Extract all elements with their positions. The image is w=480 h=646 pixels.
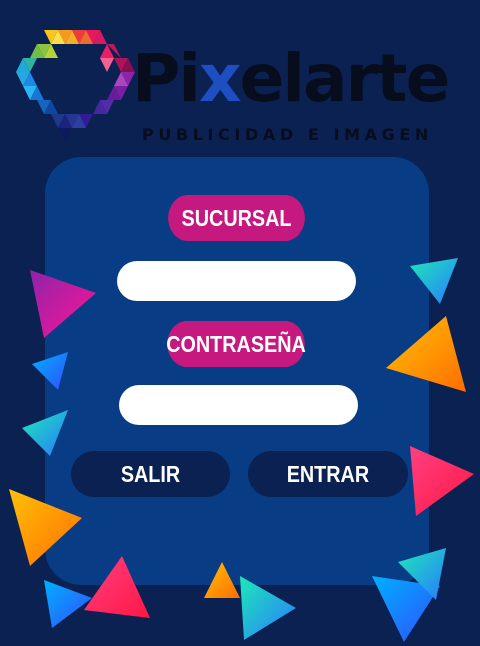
triangle-shape [372,576,440,642]
password-input[interactable] [119,385,358,425]
triangle-shape [44,580,92,628]
exit-button-label: SALIR [120,460,181,487]
brand-name-x: x [199,40,242,117]
exit-button[interactable]: SALIR [71,451,230,497]
logo-hexagon-icon [16,30,135,142]
sucursal-input[interactable] [117,261,356,301]
brand-name: Pixelarte [132,40,450,117]
enter-button[interactable]: ENTRAR [248,451,408,497]
brand-tagline: PUBLICIDAD E IMAGEN [142,125,433,144]
password-label: CONTRASEÑA [166,321,306,367]
enter-button-label: ENTRAR [286,460,370,487]
triangle-shape [240,576,296,640]
sucursal-label: SUCURSAL [168,195,305,241]
